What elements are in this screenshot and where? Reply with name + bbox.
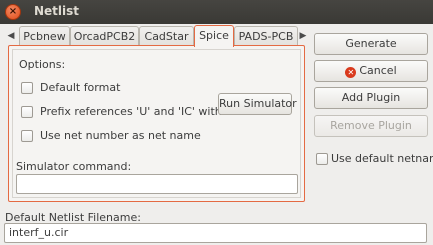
tab-pads-pcb[interactable]: PADS-PCB <box>234 26 298 46</box>
simulator-command-input[interactable] <box>16 174 298 194</box>
tab-scroll-right-icon[interactable]: ▶ <box>297 28 309 44</box>
use-default-netname-checkbox[interactable] <box>316 153 328 165</box>
prefix-references-label[interactable]: Prefix references 'U' and 'IC' with 'X' <box>40 105 239 118</box>
run-simulator-button[interactable]: Run Simulator <box>218 93 297 115</box>
tab-bar: ◀ Pcbnew OrcadPCB2 CadStar Spice PADS-PC… <box>4 25 309 47</box>
use-net-number-label[interactable]: Use net number as net name <box>40 129 201 142</box>
default-netlist-filename-input[interactable]: interf_u.cir <box>4 223 427 243</box>
cancel-icon: ✕ <box>345 67 357 78</box>
tab-cadstar[interactable]: CadStar <box>139 26 194 46</box>
options-heading: Options: <box>19 58 66 71</box>
use-default-netname-label[interactable]: Use default netname <box>331 152 433 165</box>
title-bar: × Netlist <box>0 0 433 24</box>
options-group: Options: Default format Prefix reference… <box>12 49 301 198</box>
prefix-references-checkbox[interactable] <box>21 106 33 118</box>
cancel-label: Cancel <box>359 64 397 77</box>
spice-tab-panel: Options: Default format Prefix reference… <box>8 45 305 202</box>
default-format-label[interactable]: Default format <box>40 81 120 94</box>
generate-button[interactable]: Generate <box>314 33 428 55</box>
netlist-dialog: × Netlist ◀ Pcbnew OrcadPCB2 CadStar Spi… <box>0 0 433 245</box>
tab-scroll-left-icon[interactable]: ◀ <box>5 28 17 44</box>
tab-pcbnew[interactable]: Pcbnew <box>19 26 70 46</box>
simulator-command-label: Simulator command: <box>16 160 132 173</box>
use-net-number-checkbox[interactable] <box>21 130 33 142</box>
tab-spice[interactable]: Spice <box>194 25 234 47</box>
cancel-button[interactable]: ✕ Cancel <box>314 60 428 82</box>
window-title: Netlist <box>34 4 80 18</box>
add-plugin-button[interactable]: Add Plugin <box>314 87 428 109</box>
remove-plugin-button[interactable]: Remove Plugin <box>314 115 428 137</box>
close-icon[interactable]: × <box>5 4 21 20</box>
tab-orcadpcb2[interactable]: OrcadPCB2 <box>70 26 139 46</box>
default-format-checkbox[interactable] <box>21 82 33 94</box>
